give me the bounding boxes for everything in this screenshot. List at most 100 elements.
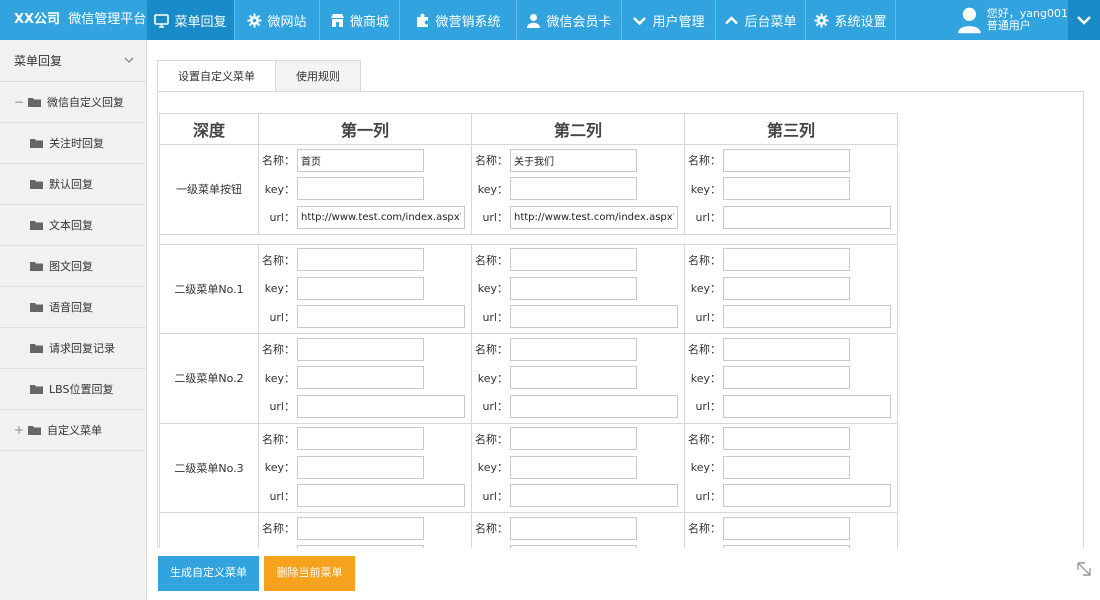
nav-item-2[interactable]: 微商城 xyxy=(320,0,400,40)
field-row-name: 名称： xyxy=(685,425,897,454)
key-input[interactable] xyxy=(297,545,424,548)
sidebar-item-label: LBS位置回复 xyxy=(49,383,114,396)
url-input[interactable] xyxy=(510,484,678,508)
sidebar-header[interactable]: 菜单回复 xyxy=(0,40,146,82)
nav-item-1[interactable]: 微网站 xyxy=(235,0,320,40)
url-input[interactable] xyxy=(297,305,465,329)
menu-cell: 名称： key： url： xyxy=(684,243,898,334)
name-input[interactable] xyxy=(510,148,637,172)
sidebar-item-3[interactable]: 文本回复 xyxy=(0,205,146,246)
field-row-name: 名称： xyxy=(685,146,897,175)
nav-item-5[interactable]: 用户管理 xyxy=(622,0,716,40)
field-label-url: url： xyxy=(695,489,721,503)
depth-cell: 二级菜单No.2 xyxy=(159,333,259,424)
chevron-down-icon xyxy=(1077,16,1091,25)
menu-table: 深度 第一列 第二列 第三列 一级菜单按钮名称：key：url：名称：key：u… xyxy=(159,113,898,548)
name-input[interactable] xyxy=(723,337,850,361)
field-row-name: 名称： xyxy=(472,425,684,454)
tree-toggle-icon[interactable]: + xyxy=(14,423,26,437)
name-input[interactable] xyxy=(297,516,424,540)
name-input[interactable] xyxy=(723,248,850,272)
url-input[interactable] xyxy=(723,484,891,508)
nav-item-label: 系统设置 xyxy=(834,14,887,30)
field-label-url: url： xyxy=(695,400,721,414)
sidebar-item-5[interactable]: 语音回复 xyxy=(0,287,146,328)
key-input[interactable] xyxy=(510,545,637,548)
tree-toggle-icon[interactable]: − xyxy=(14,95,26,109)
field-row-name: 名称： xyxy=(685,335,897,364)
name-input[interactable] xyxy=(723,148,850,172)
field-row-key: key： xyxy=(259,453,471,482)
url-input[interactable] xyxy=(510,394,678,418)
tab-custom-menu[interactable]: 设置自定义菜单 xyxy=(157,60,276,92)
key-input[interactable] xyxy=(723,366,850,390)
brand-company: XX公司 xyxy=(14,12,61,27)
sidebar-item-8[interactable]: + 自定义菜单 xyxy=(0,410,146,451)
url-input[interactable] xyxy=(297,484,465,508)
resize-handle-icon[interactable] xyxy=(1076,561,1092,577)
generate-menu-button[interactable]: 生成自定义菜单 xyxy=(158,556,259,591)
nav-item-0[interactable]: 菜单回复 xyxy=(147,0,235,40)
delete-menu-button[interactable]: 删除当前菜单 xyxy=(264,556,355,591)
field-label-name: 名称： xyxy=(262,154,295,168)
name-input[interactable] xyxy=(723,427,850,451)
url-input[interactable] xyxy=(297,205,465,229)
name-input[interactable] xyxy=(510,427,637,451)
url-input[interactable] xyxy=(510,205,678,229)
name-input[interactable] xyxy=(510,337,637,361)
field-row-name: 名称： xyxy=(685,514,897,543)
url-input[interactable] xyxy=(723,394,891,418)
tab-bar: 设置自定义菜单 使用规则 xyxy=(157,60,361,92)
name-input[interactable] xyxy=(297,427,424,451)
key-input[interactable] xyxy=(723,455,850,479)
name-input[interactable] xyxy=(297,148,424,172)
nav-item-4[interactable]: 微信会员卡 xyxy=(517,0,622,40)
key-input[interactable] xyxy=(723,177,850,201)
sidebar-item-1[interactable]: 关注时回复 xyxy=(0,123,146,164)
sidebar-item-4[interactable]: 图文回复 xyxy=(0,246,146,287)
key-input[interactable] xyxy=(723,545,850,548)
key-input[interactable] xyxy=(510,177,637,201)
brand: XX公司 微信管理平台 xyxy=(0,0,147,40)
folder-icon xyxy=(30,221,43,230)
name-input[interactable] xyxy=(297,248,424,272)
header-column-1: 第一列 xyxy=(258,113,472,145)
tab-usage-rules[interactable]: 使用规则 xyxy=(275,60,361,92)
sidebar-item-6[interactable]: 请求回复记录 xyxy=(0,328,146,369)
menu-cell: 名称： key： url： xyxy=(471,333,685,424)
name-input[interactable] xyxy=(297,337,424,361)
key-input[interactable] xyxy=(723,276,850,300)
store-icon xyxy=(330,13,344,27)
field-label-name: 名称： xyxy=(262,522,295,536)
key-input[interactable] xyxy=(297,366,424,390)
menu-cell: 名称： key： url： xyxy=(471,243,685,334)
sidebar-item-2[interactable]: 默认回复 xyxy=(0,164,146,205)
sidebar-item-0[interactable]: − 微信自定义回复 xyxy=(0,82,146,123)
name-input[interactable] xyxy=(510,516,637,540)
field-row-key: key： xyxy=(472,364,684,393)
key-input[interactable] xyxy=(297,455,424,479)
menu-editor-panel: 深度 第一列 第二列 第三列 一级菜单按钮名称：key：url：名称：key：u… xyxy=(157,91,1084,548)
name-input[interactable] xyxy=(723,516,850,540)
url-input[interactable] xyxy=(297,394,465,418)
user-info[interactable]: 您好，yang001 普通用户 xyxy=(958,0,1068,40)
name-input[interactable] xyxy=(510,248,637,272)
key-input[interactable] xyxy=(297,177,424,201)
nav-item-6[interactable]: 后台菜单 xyxy=(716,0,806,40)
key-input[interactable] xyxy=(510,455,637,479)
key-input[interactable] xyxy=(297,276,424,300)
url-input[interactable] xyxy=(510,305,678,329)
menu-cell: 名称： key： url： xyxy=(684,422,898,513)
user-menu-toggle[interactable] xyxy=(1068,0,1100,40)
url-input[interactable] xyxy=(723,305,891,329)
chevron-down-icon xyxy=(124,57,134,63)
key-input[interactable] xyxy=(510,366,637,390)
sidebar-item-7[interactable]: LBS位置回复 xyxy=(0,369,146,410)
header-column-3: 第三列 xyxy=(684,113,898,145)
field-row-key: key： xyxy=(259,364,471,393)
key-input[interactable] xyxy=(510,276,637,300)
nav-item-3[interactable]: 微营销系统 xyxy=(400,0,517,40)
nav-item-7[interactable]: 系统设置 xyxy=(806,0,896,40)
field-label-url: url： xyxy=(269,310,295,324)
url-input[interactable] xyxy=(723,205,891,229)
